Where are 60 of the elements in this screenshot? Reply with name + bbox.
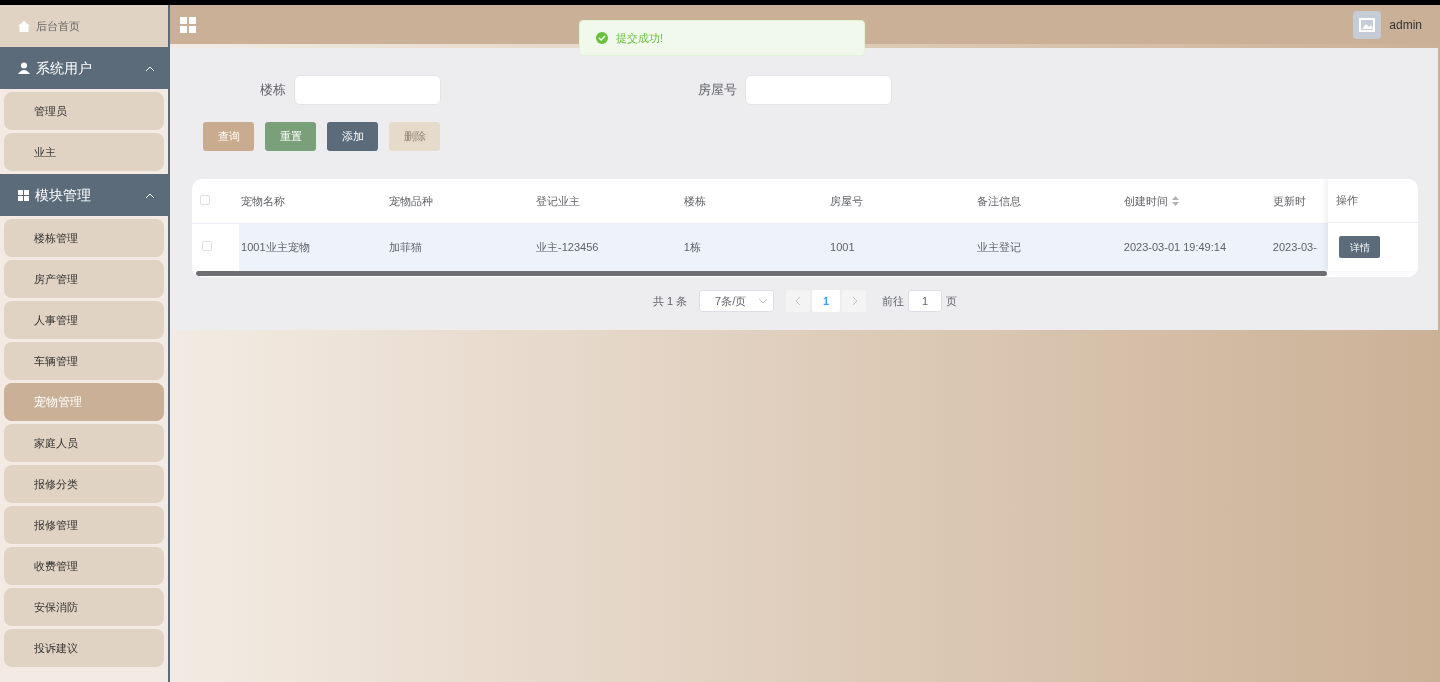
chevron-left-icon — [795, 297, 801, 305]
table-cell: 2023-03-01 19:49:14 — [1123, 241, 1226, 253]
input-field[interactable] — [294, 75, 441, 105]
menu-item[interactable]: 报修管理 — [4, 506, 164, 544]
menu-item[interactable]: 车辆管理 — [4, 342, 164, 380]
next-page-button[interactable] — [842, 290, 867, 312]
column-header: 宠物名称 — [241, 193, 286, 209]
column-header: 宠物品种 — [388, 193, 433, 209]
table-cell: 2023-03- — [1272, 241, 1317, 253]
add-button[interactable]: 添加 — [327, 122, 378, 151]
menu-item[interactable]: 家庭人员 — [4, 424, 164, 462]
column-header: 房屋号 — [830, 193, 864, 209]
table-cell: 1栋 — [683, 241, 701, 253]
select-all-checkbox[interactable] — [200, 194, 210, 205]
field-label: 楼栋 — [260, 81, 286, 100]
input-field[interactable] — [745, 75, 892, 105]
scrollbar[interactable] — [196, 271, 1327, 276]
column-header: 更新时 — [1272, 193, 1306, 209]
column-header: 楼栋 — [683, 193, 706, 209]
table-cell: 业主-123456 — [536, 241, 599, 253]
total-count: 共 1 条 — [652, 293, 688, 309]
table-cell: 1001业主宠物 — [241, 241, 310, 253]
menu-item[interactable]: 投诉建议 — [4, 629, 164, 667]
grid-icon[interactable] — [180, 16, 196, 33]
chevron-right-icon — [851, 297, 857, 305]
home-icon — [18, 20, 30, 32]
user-icon — [18, 62, 30, 74]
column-header: 操作 — [1336, 193, 1358, 209]
page-size-select[interactable]: 7条/页 — [699, 290, 775, 312]
toast-message: 提交成功! — [616, 30, 664, 46]
username[interactable]: admin — [1389, 15, 1422, 34]
table-cell: 业主登记 — [976, 241, 1021, 253]
menu-item[interactable]: 收费管理 — [4, 547, 164, 585]
menu-item[interactable]: 房产管理 — [4, 260, 164, 298]
menu-item[interactable]: 业主 — [4, 133, 164, 171]
row-checkbox[interactable] — [202, 241, 212, 251]
table-cell: 1001 — [830, 241, 855, 253]
check-circle-icon — [596, 32, 608, 44]
goto-label: 前往 — [882, 293, 905, 309]
prev-page-button[interactable] — [786, 290, 811, 312]
details-button[interactable]: 详情 — [1339, 236, 1380, 258]
column-header: 登记业主 — [536, 193, 581, 209]
menu-item[interactable]: 楼栋管理 — [4, 219, 164, 257]
menu-group[interactable]: 系统用户 — [0, 47, 168, 89]
menu-item[interactable]: 报修分类 — [4, 465, 164, 503]
menu-item[interactable]: 管理员 — [4, 92, 164, 130]
sort-icon[interactable] — [1171, 195, 1179, 206]
column-header: 备注信息 — [976, 193, 1021, 209]
avatar-icon[interactable] — [1353, 10, 1382, 39]
menu-group[interactable]: 模块管理 — [0, 174, 168, 216]
column-header[interactable]: 创建时间 — [1123, 192, 1179, 209]
grid-icon — [18, 189, 29, 201]
page-input[interactable]: 1 — [908, 290, 943, 312]
menu-item[interactable]: 安保消防 — [4, 588, 164, 626]
field-label: 房屋号 — [698, 81, 737, 100]
menu-item[interactable]: 人事管理 — [4, 301, 164, 339]
table-cell: 加菲猫 — [388, 241, 422, 253]
caret-icon — [759, 298, 768, 304]
page-suffix: 页 — [946, 293, 958, 309]
home-link[interactable]: 后台首页 — [0, 5, 168, 47]
